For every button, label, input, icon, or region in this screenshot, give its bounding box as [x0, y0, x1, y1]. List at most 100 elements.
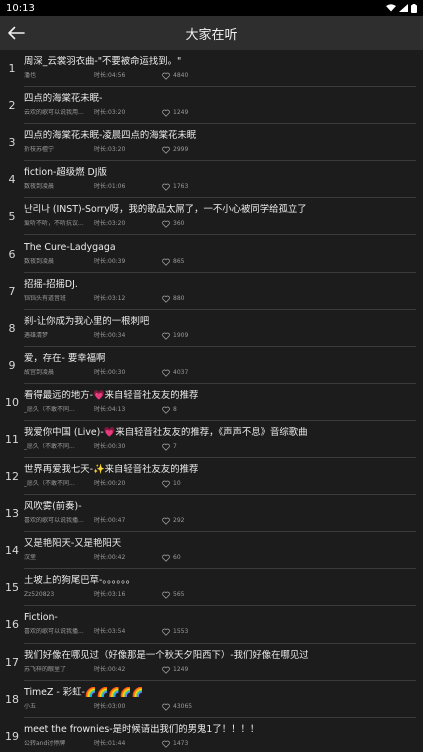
- song-row[interactable]: 11 我爱你中国 (Live)-💗来自轻音社友友的推荐，《声声不息》音综歌曲 _…: [0, 421, 423, 459]
- song-info: 风吹雾(前奏)- 喜欢的歌可以说我播... 时长:00:47 292: [24, 495, 416, 533]
- song-info: TimeZ - 彩虹-🌈🌈🌈🌈🌈 小五 时长:03:00 43065: [24, 681, 416, 718]
- song-duration: 时长:03:54: [94, 628, 126, 636]
- song-likes[interactable]: 1249: [162, 666, 188, 674]
- song-row[interactable]: 18 TimeZ - 彩虹-🌈🌈🌈🌈🌈 小五 时长:03:00 43065: [0, 681, 423, 718]
- song-likes[interactable]: 4037: [162, 369, 188, 377]
- song-title: 四点的海棠花未眠-: [24, 93, 103, 105]
- song-title: 난리나 (INST)-Sorry呀，我的歌品太屌了，一不小心被同学给孤立了: [24, 204, 307, 216]
- page-title: 大家在听: [185, 27, 238, 43]
- song-rank: 3: [8, 136, 16, 150]
- song-likes[interactable]: 1553: [162, 628, 189, 637]
- song-list[interactable]: 1 周深_云裳羽衣曲-"不要被命运找到。" 潘也 时长:04:56 4840 2…: [0, 50, 423, 752]
- heart-outline-icon: [162, 443, 170, 451]
- song-like-count: 865: [173, 257, 185, 265]
- song-likes[interactable]: 565: [162, 591, 184, 599]
- song-likes[interactable]: 10: [162, 480, 181, 488]
- song-row[interactable]: 15 土坡上的狗尾巴草-。。。。。。 Zz520823 时长:03:16 565: [0, 569, 423, 607]
- song-rank: 14: [5, 544, 19, 558]
- song-info: 四点的海棠花未眠- 云欢的歌可以说我用... 时长:03:20 1249: [24, 87, 416, 125]
- song-like-count: 565: [173, 591, 185, 599]
- song-duration: 时长:00:39: [94, 257, 126, 265]
- song-row[interactable]: 17 我们好像在哪见过（好像那是一个秋天夕阳西下）-我们好像在哪见过 苏飞梓的眼…: [0, 644, 423, 681]
- heart-outline-icon: [162, 109, 170, 117]
- song-rank: 4: [8, 173, 16, 187]
- song-meta: 公转and讨停牌 时长:01:44 1473: [24, 740, 416, 748]
- song-info: fiction-超级燃 DJ版 数夜到凌晨 时长:01:06 1763: [24, 161, 416, 199]
- song-meta: 爱听不听，不听抗议... 时长:03:20 360: [24, 220, 416, 228]
- heart-outline-icon: [162, 666, 170, 674]
- song-likes[interactable]: 880: [162, 295, 184, 303]
- song-title: The Cure-Ladygaga: [24, 241, 116, 253]
- song-title: 土坡上的狗尾巴草-。。。。。。: [24, 575, 136, 587]
- song-likes[interactable]: 43065: [162, 703, 192, 711]
- song-likes[interactable]: 1763: [162, 183, 188, 191]
- song-info: 我爱你中国 (Live)-💗来自轻音社友友的推荐，《声声不息》音综歌曲 _愿久（…: [24, 421, 416, 459]
- song-info: Fiction- 喜欢的歌可以说我播... 时长:03:54 1553: [24, 606, 416, 644]
- song-meta: 数夜到凌晨 时长:01:06 1763: [24, 183, 416, 191]
- song-likes[interactable]: 1909: [162, 332, 188, 340]
- song-row[interactable]: 7 招摇-招摇DJ. 铛铛头有道音班 时长:03:12 880: [0, 273, 423, 310]
- song-likes[interactable]: 360: [162, 220, 184, 228]
- song-likes[interactable]: 865: [162, 258, 184, 266]
- song-rank: 9: [8, 358, 16, 372]
- song-title: fiction-超级燃 DJ版: [24, 167, 107, 179]
- song-likes[interactable]: 8: [162, 406, 177, 414]
- status-time: 10:13: [6, 2, 35, 14]
- song-row[interactable]: 5 난리나 (INST)-Sorry呀，我的歌品太屌了，一不小心被同学给孤立了 …: [0, 198, 423, 236]
- song-likes[interactable]: 2999: [162, 146, 188, 154]
- song-row[interactable]: 4 fiction-超级燃 DJ版 数夜到凌晨 时长:01:06 1763: [0, 161, 423, 199]
- song-title: 我们好像在哪见过（好像那是一个秋天夕阳西下）-我们好像在哪见过: [24, 649, 309, 661]
- song-like-count: 1473: [173, 739, 189, 747]
- heart-outline-icon: [162, 221, 170, 228]
- song-meta: _愿久（不敢不同... 时长:00:20 10: [24, 480, 416, 488]
- song-duration: 时长:03:12: [94, 294, 126, 302]
- song-row[interactable]: 3 四点的海棠花未眠-凌晨四点的海棠花未眠 折枝苏檀宁 时长:03:20 299…: [0, 124, 423, 162]
- heart-outline-icon: [162, 592, 170, 599]
- song-rank: 18: [5, 692, 19, 706]
- song-info: 난리나 (INST)-Sorry呀，我的歌品太屌了，一不小心被同学给孤立了 爱听…: [24, 198, 416, 236]
- heart-outline-icon: [162, 184, 170, 191]
- song-row[interactable]: 6 The Cure-Ladygaga 数夜到凌晨 时长:00:39 865: [0, 235, 423, 273]
- song-row[interactable]: 19 meet the frownies-是时候请出我们的男鬼1了！！！！ 公转…: [0, 718, 423, 752]
- song-row[interactable]: 1 周深_云裳羽衣曲-"不要被命运找到。" 潘也 时长:04:56 4840: [0, 50, 423, 88]
- song-title: 刹-让你成为我心里的一根刺吧: [24, 315, 150, 327]
- song-row[interactable]: 2 四点的海棠花未眠- 云欢的歌可以说我用... 时长:03:20 1249: [0, 87, 423, 125]
- song-artist: 爱听不听，不听抗议...: [24, 220, 84, 228]
- song-meta: 故宫到凌晨 时长:00:30 4037: [24, 369, 416, 377]
- song-row[interactable]: 13 风吹雾(前奏)- 喜欢的歌可以说我播... 时长:00:47 292: [0, 495, 423, 533]
- song-row[interactable]: 12 世界再爱我七天-✨来自轻音社友友的推荐 _愿久（不敢不同... 时长:00…: [0, 458, 423, 496]
- song-row[interactable]: 14 又是艳阳天-又是艳阳天 汉堡 时长:00:42 60: [0, 532, 423, 570]
- top-app-bar: 大家在听: [0, 16, 423, 50]
- song-info: meet the frownies-是时候请出我们的男鬼1了！！！！ 公转and…: [24, 718, 416, 752]
- song-like-count: 1553: [173, 628, 189, 636]
- song-row[interactable]: 16 Fiction- 喜欢的歌可以说我播... 时长:03:54 1553: [0, 606, 423, 644]
- song-duration: 时长:04:56: [94, 72, 126, 80]
- song-rank: 17: [5, 655, 19, 669]
- song-artist: 潘也: [24, 72, 37, 80]
- song-like-count: 292: [173, 517, 185, 525]
- song-meta: 折枝苏檀宁 时长:03:20 2999: [24, 146, 416, 154]
- heart-outline-icon: [162, 480, 170, 488]
- song-artist: 汉堡: [24, 554, 37, 562]
- song-row[interactable]: 8 刹-让你成为我心里的一根刺吧 遇雄清梦 时长:00:34 1909: [0, 310, 423, 347]
- song-likes[interactable]: 1249: [162, 109, 188, 117]
- song-likes[interactable]: 1473: [162, 740, 188, 748]
- song-row[interactable]: 10 看得最远的地方-💗来自轻音社友友的推荐 _愿久（不敢不同... 时长:04…: [0, 384, 423, 421]
- song-artist: 喜欢的歌可以说我播...: [24, 628, 84, 636]
- song-duration: 时长:03:00: [94, 702, 126, 710]
- song-info: 我们好像在哪见过（好像那是一个秋天夕阳西下）-我们好像在哪见过 苏飞梓的眼里了 …: [24, 644, 416, 681]
- song-likes[interactable]: 4840: [162, 72, 188, 80]
- song-row[interactable]: 9 爱，存在- 要幸福啊 故宫到凌晨 时长:00:30 4037: [0, 347, 423, 384]
- song-info: 四点的海棠花未眠-凌晨四点的海棠花未眠 折枝苏檀宁 时长:03:20 2999: [24, 124, 416, 162]
- song-like-count: 360: [173, 220, 185, 228]
- song-likes[interactable]: 60: [162, 554, 181, 562]
- song-artist: _愿久（不敢不同...: [24, 480, 75, 488]
- song-meta: 潘也 时长:04:56 4840: [24, 72, 416, 80]
- song-title: TimeZ - 彩虹-🌈🌈🌈🌈🌈: [24, 686, 144, 698]
- back-button[interactable]: [4, 21, 28, 45]
- song-meta: _愿久（不敢不同... 时长:00:30 7: [24, 443, 416, 451]
- song-title: 招摇-招摇DJ.: [24, 278, 78, 290]
- status-icons: [386, 3, 417, 13]
- song-likes[interactable]: 292: [162, 517, 184, 525]
- song-likes[interactable]: 7: [162, 443, 177, 451]
